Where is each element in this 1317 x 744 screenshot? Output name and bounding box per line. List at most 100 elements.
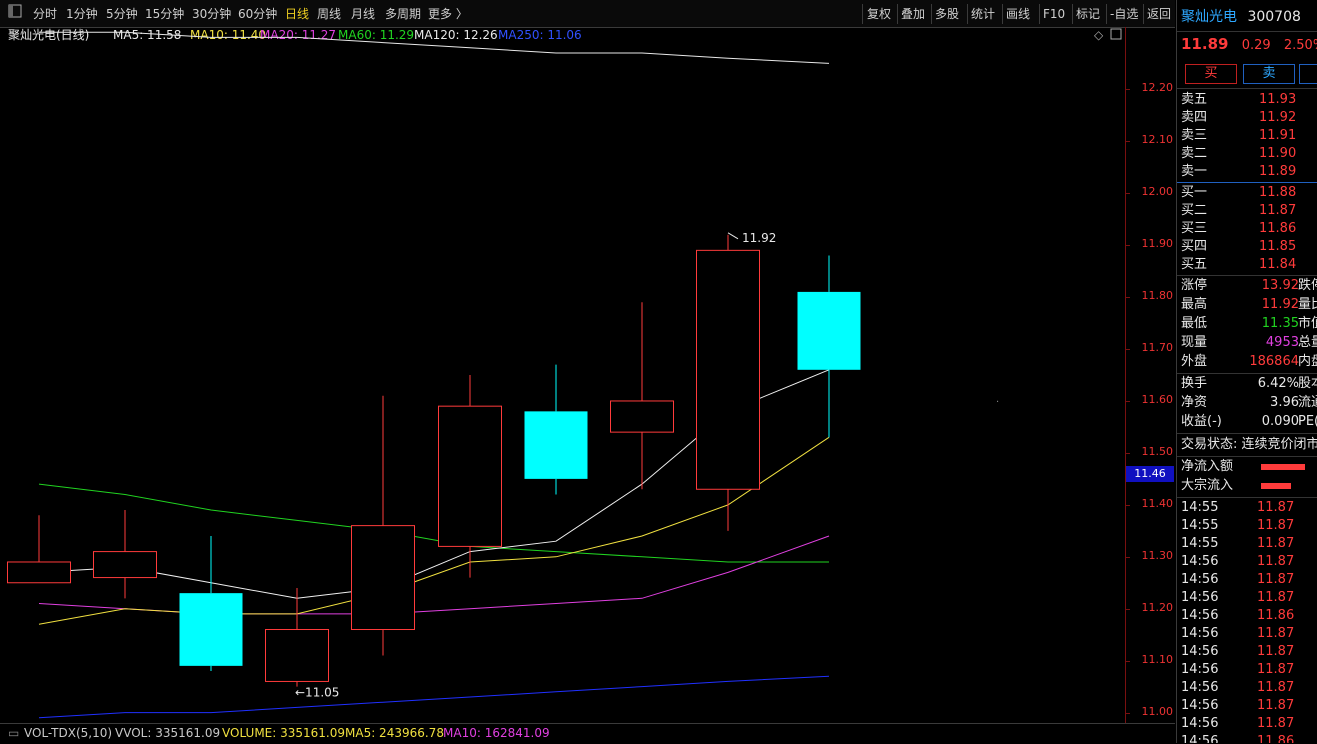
tick-price: 11.87 xyxy=(1257,500,1295,515)
tick-time: 14:56 xyxy=(1181,734,1219,743)
flow-bar xyxy=(1261,464,1305,470)
period-tab[interactable]: 15分钟 xyxy=(145,5,184,23)
period-tab[interactable]: 更多 〉 xyxy=(428,5,468,23)
tick-row: 14:56 11.87 xyxy=(1181,679,1314,697)
tick-price: 11.87 xyxy=(1257,572,1295,587)
bid-price: 11.85 xyxy=(1259,239,1297,254)
candle[interactable] xyxy=(93,510,157,599)
stock-code: 300708 xyxy=(1247,9,1301,25)
current-price-tag: 11.46 xyxy=(1126,465,1174,482)
candle[interactable] xyxy=(797,255,861,438)
toggle-sidebar-icon[interactable] xyxy=(8,4,22,22)
candle[interactable] xyxy=(265,587,329,687)
candle[interactable] xyxy=(7,515,71,584)
period-tab[interactable]: 60分钟 xyxy=(238,5,277,23)
stat-label: 现量 xyxy=(1181,335,1208,350)
stat-value: 6.42% xyxy=(1257,376,1299,391)
period-tab[interactable]: 5分钟 xyxy=(106,5,138,23)
candlestick-chart[interactable]: 11.92 ←11.05 · xyxy=(0,27,1125,723)
toolbar-button[interactable]: 多股 xyxy=(935,5,959,23)
bid-label: 买四 xyxy=(1181,239,1208,254)
volume-icon[interactable]: ▭ xyxy=(8,726,19,740)
ma250-line xyxy=(38,675,830,719)
tick-time: 14:56 xyxy=(1181,626,1219,641)
y-tick-label: 12.20 xyxy=(1141,81,1174,95)
flow-bar xyxy=(1261,483,1291,489)
tick-row: 14:56 11.87 xyxy=(1181,625,1314,643)
period-tab[interactable]: 分时 xyxy=(33,5,57,23)
candle[interactable] xyxy=(351,395,415,656)
tick-row: 14:55 11.87 xyxy=(1181,499,1314,517)
toolbar-button[interactable]: 画线 xyxy=(1006,5,1030,23)
tick-time: 14:56 xyxy=(1181,716,1219,731)
y-tick-mark xyxy=(1126,504,1130,506)
bid-row: 买五 11.84 xyxy=(1181,256,1314,274)
toolbar-button[interactable]: 标记 xyxy=(1076,5,1100,23)
candle[interactable] xyxy=(438,375,502,578)
ask-row: 卖一 11.89 xyxy=(1181,163,1314,181)
candle-body-up xyxy=(610,400,674,433)
y-tick-label: 11.70 xyxy=(1141,341,1174,355)
bid-row: 买四 11.85 xyxy=(1181,238,1314,256)
bid-label: 买二 xyxy=(1181,203,1208,218)
flow-label: 大宗流入 xyxy=(1181,478,1234,493)
candle[interactable] xyxy=(179,536,243,672)
stat-row: 现量 4953总量 xyxy=(1181,334,1317,352)
candle-body-up xyxy=(351,525,415,631)
stat-label-2: 总量 xyxy=(1298,335,1317,350)
toolbar-button[interactable]: -自选 xyxy=(1110,5,1138,23)
stat-label: 外盘 xyxy=(1181,354,1208,369)
bid-label: 买三 xyxy=(1181,221,1208,236)
stat-value: 4953 xyxy=(1265,335,1299,350)
tick-row: 14:56 11.87 xyxy=(1181,589,1314,607)
toolbar-button[interactable]: 叠加 xyxy=(901,5,925,23)
toolbar-divider xyxy=(967,4,968,24)
ask-label: 卖二 xyxy=(1181,146,1208,161)
sell-button[interactable]: 卖 xyxy=(1243,64,1295,84)
ask-price: 11.92 xyxy=(1259,110,1297,125)
ask-label: 卖三 xyxy=(1181,128,1208,143)
y-tick-mark xyxy=(1126,556,1130,558)
flow-label: 净流入额 xyxy=(1181,459,1234,474)
tick-time: 14:56 xyxy=(1181,698,1219,713)
stat-label: 换手 xyxy=(1181,376,1208,391)
period-tab[interactable]: 多周期 xyxy=(385,5,421,23)
stat-label: 最低 xyxy=(1181,316,1208,331)
candle-body-up xyxy=(265,629,329,682)
bid-row: 买二 11.87 xyxy=(1181,202,1314,220)
y-tick-mark xyxy=(1126,452,1130,454)
toolbar-button[interactable]: 复权 xyxy=(867,5,891,23)
candle[interactable] xyxy=(610,302,674,490)
toolbar-button[interactable]: F10 xyxy=(1043,5,1065,23)
y-tick-mark xyxy=(1126,141,1130,143)
period-tab[interactable]: 月线 xyxy=(351,5,375,23)
ask-label: 卖四 xyxy=(1181,110,1208,125)
buy-button[interactable]: 买 xyxy=(1185,64,1237,84)
y-tick-mark xyxy=(1126,89,1130,91)
period-tab[interactable]: 30分钟 xyxy=(192,5,231,23)
toolbar-divider xyxy=(1002,4,1003,24)
period-tab[interactable]: 1分钟 xyxy=(66,5,98,23)
y-tick-mark xyxy=(1126,712,1130,714)
stat-row: 最低 11.35市值 xyxy=(1181,315,1317,333)
period-tab[interactable]: 日线 xyxy=(285,5,309,23)
volume-legend-item: VOL-TDX(5,10) xyxy=(24,726,113,740)
y-tick-mark xyxy=(1126,193,1130,195)
ask-row: 卖三 11.91 xyxy=(1181,127,1314,145)
price-axis: 12.20 12.10 12.00 11.90 11.80 11.70 11.60 11.50… xyxy=(1125,27,1176,723)
tick-time: 14:56 xyxy=(1181,680,1219,695)
candle-body-up xyxy=(7,561,71,584)
toolbar-divider xyxy=(862,4,863,24)
y-tick-mark xyxy=(1126,608,1130,610)
stat-value: 11.92 xyxy=(1261,297,1299,312)
period-tab[interactable]: 周线 xyxy=(317,5,341,23)
period-toolbar: 分时 1分钟 5分钟 15分钟 30分钟 60分钟 日线 周线 月线 多周期 更多 〉 复权 叠加 多股… xyxy=(0,0,1175,28)
y-tick-label: 11.40 xyxy=(1141,496,1174,510)
candle[interactable] xyxy=(524,364,588,495)
toolbar-button[interactable]: 统计 xyxy=(971,5,995,23)
candle[interactable] xyxy=(696,234,760,531)
more-button[interactable] xyxy=(1299,64,1317,84)
tick-row: 14:56 11.87 xyxy=(1181,661,1314,679)
toolbar-button[interactable]: 返回 xyxy=(1147,5,1171,23)
tick-price: 11.87 xyxy=(1257,518,1295,533)
